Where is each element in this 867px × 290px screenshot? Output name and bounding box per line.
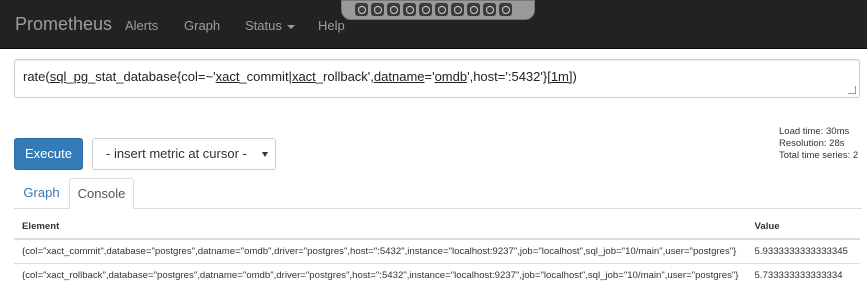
caret-down-icon xyxy=(262,152,268,157)
brand-link[interactable]: Prometheus xyxy=(15,14,112,35)
value-cell: 5.733333333333334 xyxy=(746,263,860,287)
expr-text: omdb xyxy=(434,69,468,84)
value-cell: 5.9333333333333345 xyxy=(746,238,860,264)
home-icon[interactable] xyxy=(355,3,368,16)
resize-handle-icon[interactable] xyxy=(848,86,856,94)
query-stats: Load time: 30ms Resolution: 28s Total ti… xyxy=(779,126,858,162)
expr-text: xact xyxy=(291,69,316,84)
tab-console[interactable]: Console xyxy=(69,178,134,209)
nav-status-dropdown[interactable]: Status xyxy=(245,18,295,33)
tab-divider xyxy=(14,208,862,209)
cube-icon[interactable] xyxy=(419,3,432,16)
stop-icon[interactable] xyxy=(499,3,512,16)
expr-text: =' xyxy=(424,69,435,84)
load-time-text: Load time: 30ms xyxy=(779,126,850,137)
column-header-value: Value xyxy=(746,214,860,240)
expr-text: _rollback', xyxy=(315,69,374,84)
expr-text: sql xyxy=(49,69,67,84)
table-header-row: Element Value xyxy=(14,214,860,240)
nav-graph-link[interactable]: Graph xyxy=(184,18,220,33)
table-row: {col="xact_rollback",database="postgres"… xyxy=(14,263,860,287)
expr-text: _ xyxy=(66,69,74,84)
expr-text: ',host=':5432'} xyxy=(467,69,548,84)
shield-icon[interactable] xyxy=(371,3,384,16)
expr-text: _commit| xyxy=(239,69,292,84)
insert-metric-label: - insert metric at cursor - xyxy=(106,146,247,161)
settings-icon[interactable] xyxy=(451,3,464,16)
clock-icon[interactable] xyxy=(403,3,416,16)
expr-text: _stat_database{col=~' xyxy=(88,69,216,84)
nav-alerts-link[interactable]: Alerts xyxy=(125,18,158,33)
circle-icon[interactable] xyxy=(387,3,400,16)
expr-text: ) xyxy=(572,69,577,84)
expr-text: rate( xyxy=(23,69,50,84)
insert-metric-select[interactable]: - insert metric at cursor - xyxy=(92,138,276,170)
nav-status-label: Status xyxy=(245,18,282,33)
resolution-text: Resolution: 28s xyxy=(779,138,845,149)
expr-text: xact xyxy=(215,69,240,84)
column-header-element: Element xyxy=(14,214,747,240)
table-row: {col="xact_commit",database="postgres",d… xyxy=(14,238,860,264)
element-cell: {col="xact_commit",database="postgres",d… xyxy=(14,238,747,264)
element-cell: {col="xact_rollback",database="postgres"… xyxy=(14,263,747,287)
results-table: Element Value {col="xact_commit",databas… xyxy=(14,214,860,287)
expr-text: datname xyxy=(373,69,425,84)
nav-help-link[interactable]: Help xyxy=(318,18,345,33)
lock-icon[interactable] xyxy=(435,3,448,16)
expression-input[interactable]: rate(sql_pg_stat_database{col=~'xact_com… xyxy=(14,59,860,98)
total-series-text: Total time series: 2 xyxy=(779,150,859,161)
tab-graph[interactable]: Graph xyxy=(14,178,69,209)
window-icon[interactable] xyxy=(467,3,480,16)
browser-extension-toolbar xyxy=(341,0,535,20)
chevron-down-icon xyxy=(286,24,295,29)
execute-button[interactable]: Execute xyxy=(14,138,83,170)
expr-text: [1m] xyxy=(547,69,573,84)
square-icon[interactable] xyxy=(483,3,496,16)
expr-text: pg xyxy=(73,69,89,84)
